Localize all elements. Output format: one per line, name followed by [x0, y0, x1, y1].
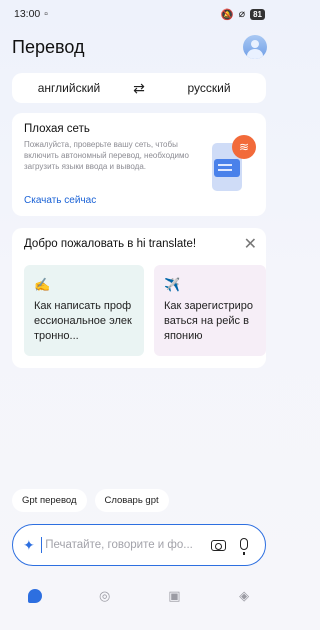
conversation-icon: ◎ — [98, 588, 111, 603]
tip-card-email[interactable]: ✍️ Как написать профессиональное электро… — [24, 265, 144, 356]
photo-translate-icon: ▣ — [168, 588, 181, 603]
network-warning-description: Пожалуйста, проверьте вашу сеть, чтобы в… — [24, 140, 189, 171]
wifi-off-icon: ≋ — [232, 135, 256, 159]
swap-languages-icon[interactable]: ⇄ — [126, 80, 152, 97]
source-language-button[interactable]: английский — [12, 81, 126, 95]
download-now-link[interactable]: Скачать сейчас — [24, 195, 96, 206]
welcome-card: Добро пожаловать в hi translate! ✕ ✍️ Ка… — [12, 228, 266, 368]
writing-icon: ✍️ — [34, 277, 51, 292]
camera-icon — [210, 540, 226, 551]
gpt-dictionary-chip[interactable]: Словарь gpt — [94, 489, 169, 512]
status-bar: 13:00 ▫ 🔕 ⌀ 81 — [0, 0, 279, 28]
microphone-button[interactable] — [233, 537, 255, 555]
sparkle-icon: ✦ — [23, 536, 35, 553]
network-warning-title: Плохая сеть — [24, 123, 90, 135]
status-time: 13:00 ▫ — [14, 8, 49, 20]
chat-bubble-icon — [27, 589, 42, 603]
battery-icon: 81 — [250, 8, 265, 20]
translate-input[interactable] — [45, 539, 203, 551]
close-icon[interactable]: ✕ — [244, 234, 257, 254]
offline-phone-illustration: ≋ — [208, 135, 256, 195]
signal-icon: ⌀ — [238, 8, 246, 20]
translate-input-bar: ✦ — [12, 524, 266, 566]
nav-conversation[interactable]: ◎ — [70, 584, 140, 608]
compass-icon: ◈ — [239, 588, 250, 603]
app-header: Перевод — [12, 30, 267, 64]
tip-text: Как написать профессиональное электронно… — [34, 300, 132, 342]
welcome-title: Добро пожаловать в hi translate! — [24, 238, 197, 250]
page-title: Перевод — [12, 36, 85, 57]
nav-photo[interactable]: ▣ — [140, 584, 210, 608]
text-caret — [40, 537, 43, 553]
mute-icon: 🔕 — [220, 8, 234, 21]
sim-icon: ▫ — [44, 8, 49, 20]
network-warning-card: Плохая сеть Пожалуйста, проверьте вашу с… — [12, 113, 266, 216]
nav-tools[interactable]: ◈ — [209, 584, 279, 608]
camera-button[interactable] — [207, 537, 229, 553]
gpt-translate-chip[interactable]: Gpt перевод — [12, 489, 87, 512]
language-selector: английский ⇄ русский — [12, 73, 266, 103]
tips-carousel: ✍️ Как написать профессиональное электро… — [24, 265, 266, 356]
status-icons: 🔕 ⌀ 81 — [221, 8, 265, 21]
airplane-icon: ✈️ — [164, 277, 181, 292]
tip-card-flight[interactable]: ✈️ Как зарегистрироваться на рейс в япон… — [154, 265, 266, 356]
target-language-button[interactable]: русский — [152, 81, 266, 95]
microphone-icon — [240, 538, 248, 555]
nav-translate[interactable] — [0, 584, 70, 608]
avatar[interactable] — [243, 35, 267, 59]
bottom-navigation: ◎ ▣ ◈ — [0, 584, 279, 608]
quick-actions: Gpt перевод Словарь gpt — [12, 489, 169, 512]
tip-text: Как зарегистрироваться на рейс в японию — [164, 300, 253, 342]
